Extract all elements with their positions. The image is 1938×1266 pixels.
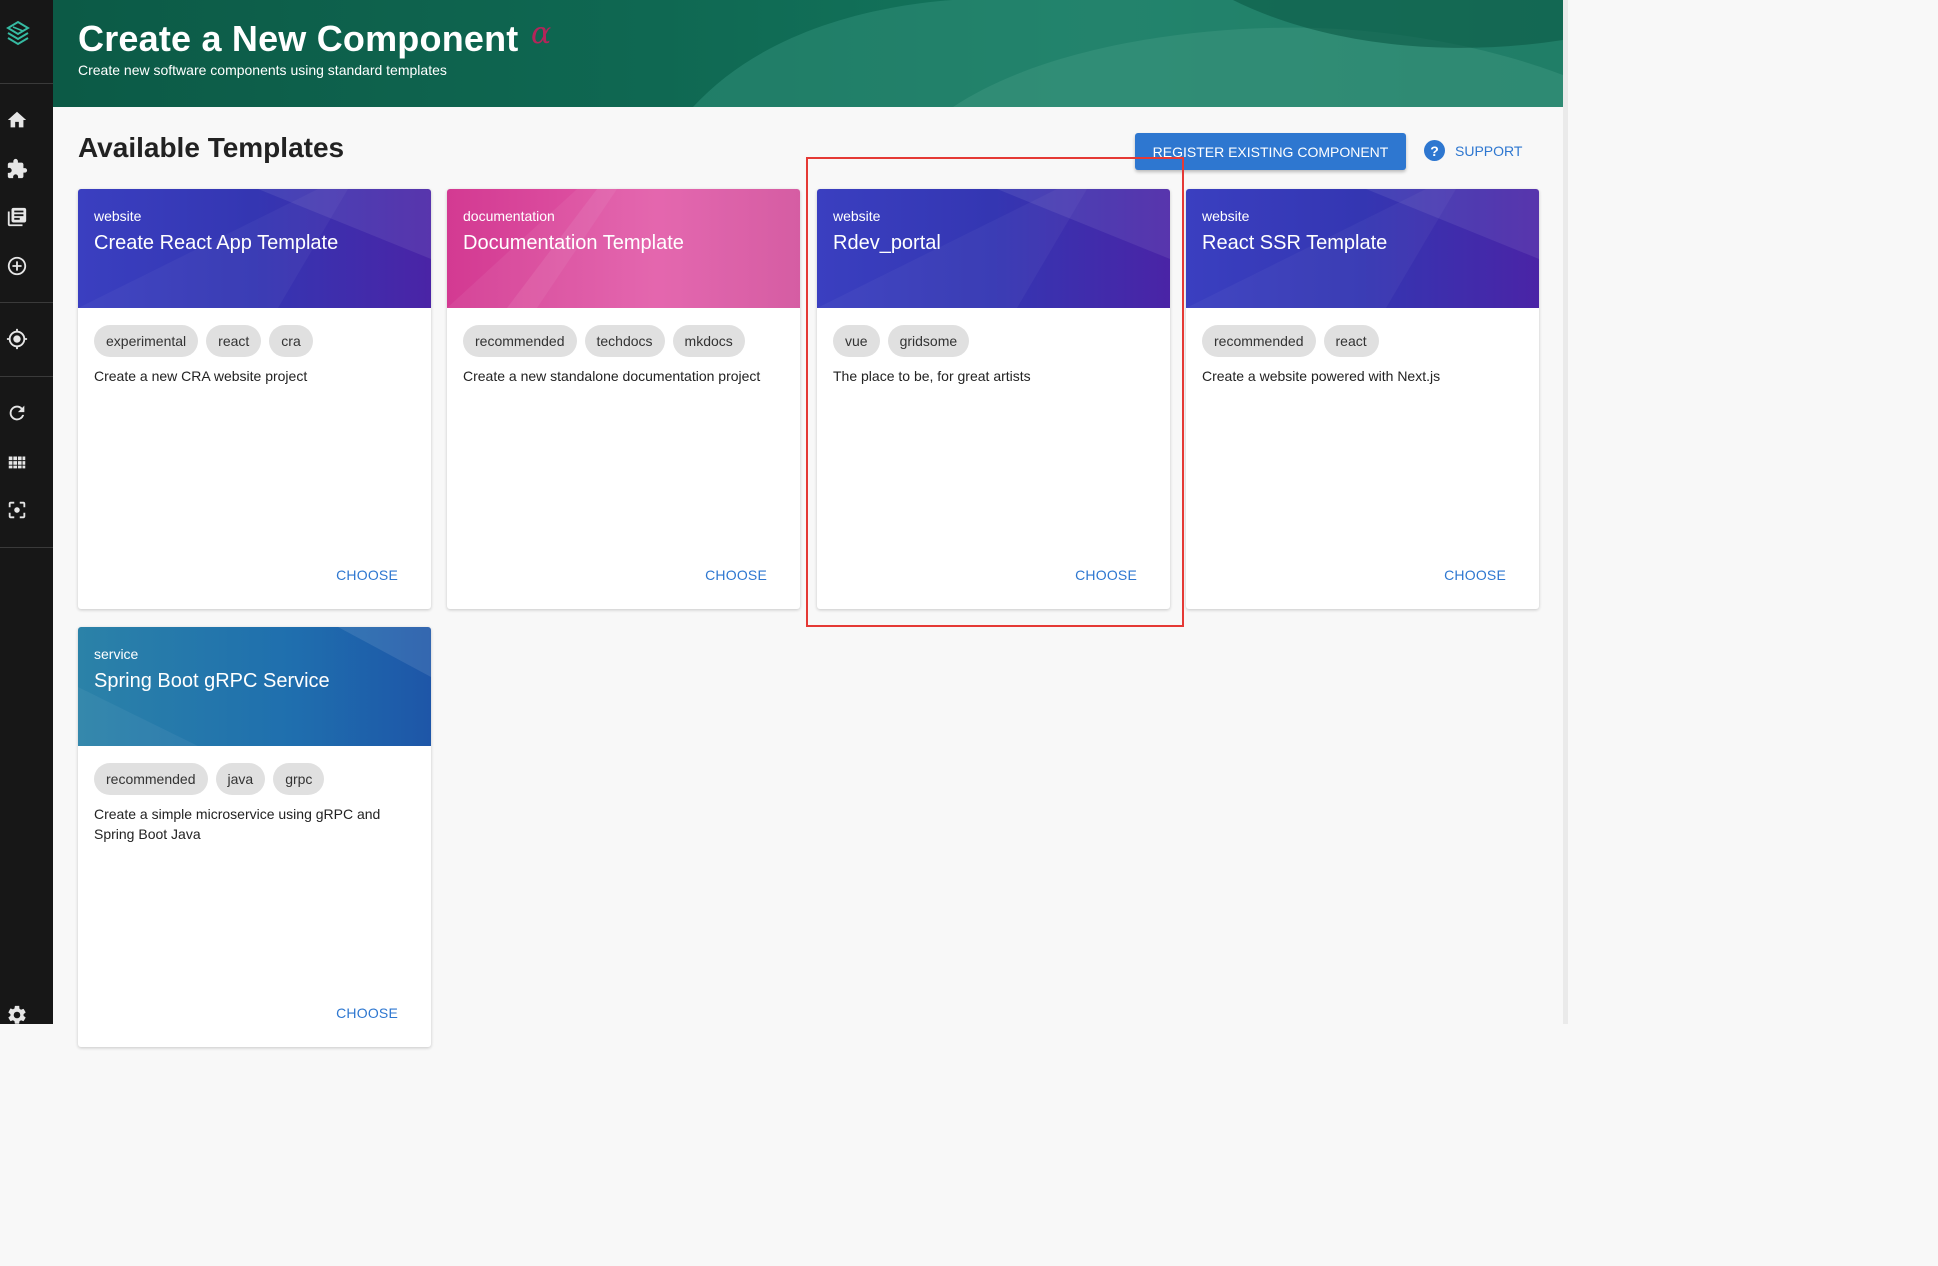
sidebar-divider <box>0 376 53 377</box>
card-header: website Rdev_portal <box>817 189 1170 308</box>
alpha-badge: α <box>531 16 552 51</box>
support-button[interactable]: ? SUPPORT <box>1424 140 1522 161</box>
tag-chip: java <box>215 763 266 795</box>
card-description: The place to be, for great artists <box>833 368 1031 384</box>
choose-button[interactable]: CHOOSE <box>336 567 398 583</box>
page-header: Create a New Component α Create new soft… <box>53 0 1563 107</box>
tag-chip: techdocs <box>584 325 665 357</box>
settings-icon[interactable] <box>5 1003 29 1027</box>
tag-chip: recommended <box>94 763 208 795</box>
card-title: Create React App Template <box>94 232 339 254</box>
card-title: Documentation Template <box>463 232 684 254</box>
sidebar <box>0 0 53 1024</box>
tag-chip: react <box>206 325 262 357</box>
puzzle-icon[interactable] <box>5 157 29 181</box>
tag-list: recommended techdocs mkdocs <box>463 325 753 357</box>
sidebar-divider <box>0 302 53 303</box>
tag-chip: cra <box>269 325 313 357</box>
sidebar-divider <box>0 547 53 548</box>
tag-chip: vue <box>833 325 880 357</box>
section-title: Available Templates <box>78 132 345 163</box>
tag-chip: mkdocs <box>672 325 745 357</box>
template-card: documentation Documentation Template rec… <box>447 189 800 609</box>
tag-chip: recommended <box>463 325 577 357</box>
home-icon[interactable] <box>5 108 29 132</box>
template-card: website Create React App Template experi… <box>78 189 431 609</box>
tag-chip: grpc <box>273 763 325 795</box>
center-focus-icon[interactable] <box>5 498 29 522</box>
choose-button[interactable]: CHOOSE <box>1075 567 1137 583</box>
choose-button[interactable]: CHOOSE <box>1444 567 1506 583</box>
library-icon[interactable] <box>5 205 29 229</box>
tag-list: recommended react <box>1202 325 1387 357</box>
card-description: Create a new standalone documentation pr… <box>463 368 761 384</box>
card-description: Create a simple microservice using gRPC … <box>94 806 381 842</box>
card-type: website <box>833 208 881 224</box>
card-description: Create a website powered with Next.js <box>1202 368 1441 384</box>
register-existing-component-button[interactable]: REGISTER EXISTING COMPONENT <box>1135 133 1406 170</box>
add-circle-icon[interactable] <box>5 254 29 278</box>
location-target-icon[interactable] <box>5 327 29 351</box>
card-header: service Spring Boot gRPC Service <box>78 627 431 746</box>
card-header: website React SSR Template <box>1186 189 1539 308</box>
help-icon: ? <box>1424 140 1445 161</box>
choose-button[interactable]: CHOOSE <box>336 1005 398 1021</box>
sidebar-divider <box>0 83 53 84</box>
card-type: service <box>94 646 139 662</box>
logo-icon[interactable] <box>4 18 30 48</box>
choose-button[interactable]: CHOOSE <box>705 567 767 583</box>
tag-chip: experimental <box>94 325 199 357</box>
scrollbar-track[interactable] <box>1563 0 1568 1024</box>
card-title: React SSR Template <box>1202 232 1388 254</box>
tag-list: experimental react cra <box>94 325 321 357</box>
page-title: Create a New Component <box>78 18 519 59</box>
card-title: Spring Boot gRPC Service <box>94 670 330 692</box>
tag-list: vue gridsome <box>833 325 977 357</box>
card-header: documentation Documentation Template <box>447 189 800 308</box>
tag-chip: recommended <box>1202 325 1316 357</box>
template-card: service Spring Boot gRPC Service recomme… <box>78 627 431 1047</box>
page-subtitle: Create new software components using sta… <box>78 62 447 78</box>
card-title: Rdev_portal <box>833 232 941 254</box>
card-type: website <box>94 208 142 224</box>
grid-icon[interactable] <box>5 450 29 474</box>
support-label: SUPPORT <box>1455 142 1523 159</box>
template-card: website Rdev_portal vue gridsome The pla… <box>817 189 1170 609</box>
card-description: Create a new CRA website project <box>94 368 308 384</box>
card-type: documentation <box>463 208 555 224</box>
card-type: website <box>1202 208 1250 224</box>
tag-list: recommended java grpc <box>94 763 332 795</box>
tag-chip: gridsome <box>887 325 970 357</box>
tag-chip: react <box>1323 325 1379 357</box>
template-card: website React SSR Template recommended r… <box>1186 189 1539 609</box>
card-header: website Create React App Template <box>78 189 431 308</box>
refresh-icon[interactable] <box>5 401 29 425</box>
